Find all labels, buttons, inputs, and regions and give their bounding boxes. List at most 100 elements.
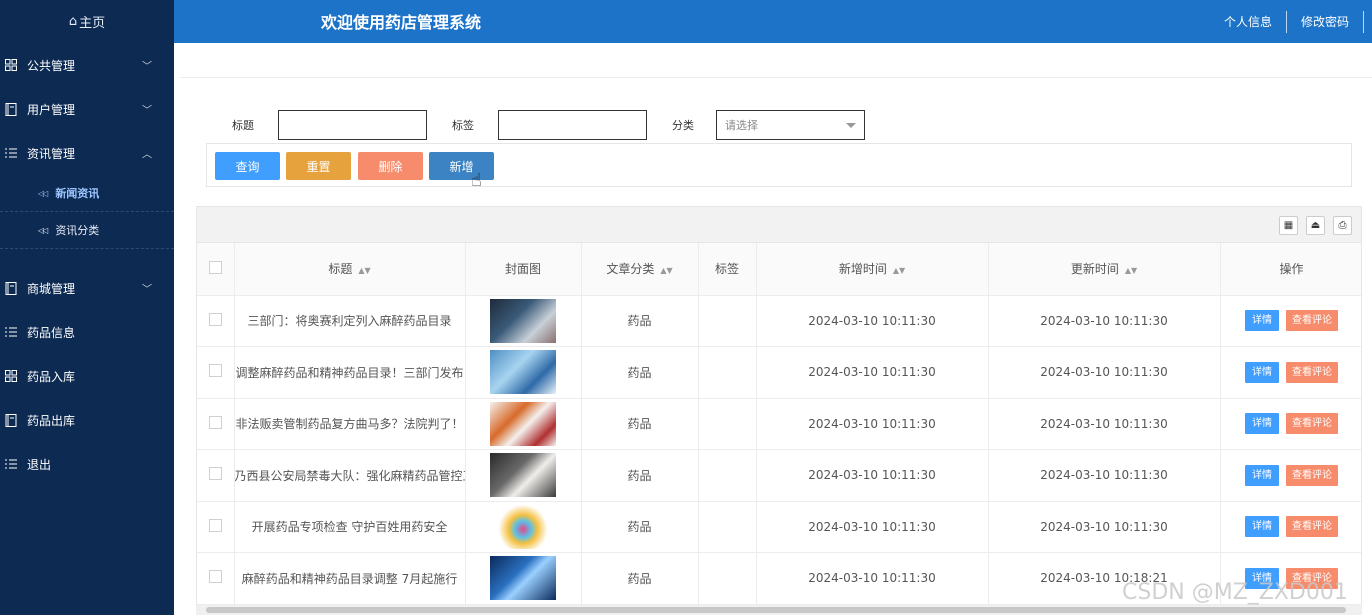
category-select[interactable]: 请选择	[716, 110, 865, 140]
columns-icon[interactable]: ▦	[1279, 216, 1298, 235]
table-toolbar: ▦ ⏏ ⎙	[197, 207, 1361, 243]
change-password-link[interactable]: 修改密码	[1287, 10, 1364, 33]
scrollbar-thumb[interactable]	[206, 607, 1346, 613]
view-comments-button[interactable]: 查看评论	[1286, 310, 1338, 332]
table-row: 非法贩卖管制药品复方曲马多？法院判了！ 药品 2024-03-10 10:11:…	[197, 398, 1361, 450]
hand-cursor-icon: ☝	[471, 170, 482, 191]
watermark: CSDN @MZ_ZXD001	[1122, 580, 1348, 605]
sidebar-item-label: 药品出库	[27, 413, 76, 428]
row-tag	[698, 398, 757, 450]
sidebar-item-users[interactable]: 用户管理 ﹀	[0, 87, 174, 131]
row-created: 2024-03-10 10:11:30	[756, 398, 989, 450]
row-updated: 2024-03-10 10:11:30	[988, 398, 1221, 450]
sort-icon[interactable]: ▲▼	[1125, 266, 1137, 275]
row-category: 药品	[581, 346, 699, 399]
caret-icon: ◁◁	[38, 225, 48, 235]
data-table: 标题 ▲▼ 封面图 文章分类 ▲▼ 标签 新增时间 ▲▼ 更新时间 ▲▼ 操作 三部门：…	[197, 243, 1361, 605]
row-category: 药品	[581, 295, 699, 347]
detail-button[interactable]: 详情	[1245, 516, 1279, 538]
action-button-group: 查询 重置 删除 新增	[206, 143, 1352, 187]
row-updated: 2024-03-10 10:11:30	[988, 295, 1221, 347]
sidebar-item-public[interactable]: 公共管理 ﹀	[0, 43, 174, 87]
sidebar-item-label: 商城管理	[27, 281, 76, 296]
horizontal-scrollbar[interactable]	[196, 605, 1362, 615]
table-row: 乃西县公安局禁毒大队：强化麻精药品管控工作 药品 2024-03-10 10:1…	[197, 449, 1361, 502]
tab-bar	[180, 50, 1372, 78]
detail-button[interactable]: 详情	[1245, 464, 1279, 486]
add-button[interactable]: 新增	[429, 152, 494, 180]
row-checkbox[interactable]	[208, 570, 222, 584]
select-all-cell[interactable]	[197, 243, 235, 296]
caret-down-icon	[846, 123, 856, 128]
view-comments-button[interactable]: 查看评论	[1286, 361, 1338, 383]
news-table: ▦ ⏏ ⎙ 标题 ▲▼ 封面图 文章分类 ▲▼ 标签 新增时间 ▲▼ 更新时间 ▲▼ 操…	[196, 206, 1362, 615]
book-icon	[4, 413, 18, 427]
book-icon	[4, 281, 18, 295]
title-filter-label: 标题	[232, 119, 254, 132]
column-header-category[interactable]: 文章分类 ▲▼	[581, 243, 699, 296]
sidebar-home[interactable]: ⌂ 主页	[0, 0, 174, 43]
column-header-title[interactable]: 标题 ▲▼	[234, 243, 466, 296]
row-checkbox[interactable]	[208, 518, 222, 532]
sidebar-subitem-news[interactable]: ◁◁ 新闻资讯	[0, 175, 174, 212]
view-comments-button[interactable]: 查看评论	[1286, 516, 1338, 538]
view-comments-button[interactable]: 查看评论	[1286, 464, 1338, 486]
sidebar-item-label: 药品入库	[27, 369, 76, 384]
column-header-updated[interactable]: 更新时间 ▲▼	[988, 243, 1221, 296]
search-button[interactable]: 查询	[215, 152, 280, 180]
row-created: 2024-03-10 10:11:30	[756, 501, 989, 553]
cover-image	[490, 556, 556, 601]
row-title: 乃西县公安局禁毒大队：强化麻精药品管控工作	[234, 449, 466, 502]
row-tag	[698, 295, 757, 347]
sidebar-item-label: 公共管理	[27, 58, 76, 73]
row-checkbox[interactable]	[208, 467, 222, 481]
profile-link[interactable]: 个人信息	[1210, 10, 1287, 33]
sidebar-item-news[interactable]: 资讯管理 ︿	[0, 131, 174, 175]
cover-image	[490, 453, 556, 498]
reset-button[interactable]: 重置	[286, 152, 351, 180]
row-created: 2024-03-10 10:11:30	[756, 552, 989, 605]
category-select-placeholder: 请选择	[725, 119, 758, 132]
sidebar-item-logout[interactable]: 退出	[0, 442, 174, 486]
home-icon: ⌂	[68, 14, 78, 29]
detail-button[interactable]: 详情	[1245, 310, 1279, 332]
row-tag	[698, 501, 757, 553]
row-category: 药品	[581, 552, 699, 605]
sidebar-item-drug-info[interactable]: 药品信息	[0, 310, 174, 354]
sidebar-item-stock-out[interactable]: 药品出库	[0, 398, 174, 442]
print-icon[interactable]: ⎙	[1333, 216, 1352, 235]
book-icon	[4, 102, 18, 116]
title-filter-input[interactable]	[278, 110, 427, 140]
sidebar: ⌂ 主页 公共管理 ﹀ 用户管理 ﹀ 资讯管理 ︿ ◁◁ 新闻资讯 ◁◁ 资讯分…	[0, 0, 174, 615]
table-row: 开展药品专项检查 守护百姓用药安全 药品 2024-03-10 10:11:30…	[197, 501, 1361, 553]
row-checkbox[interactable]	[208, 312, 222, 326]
sidebar-subitem-news-category[interactable]: ◁◁ 资讯分类	[0, 212, 174, 249]
row-category: 药品	[581, 501, 699, 553]
row-checkbox[interactable]	[208, 364, 222, 378]
row-updated: 2024-03-10 10:11:30	[988, 449, 1221, 502]
row-title: 调整麻醉药品和精神药品目录！三部门发布	[234, 346, 466, 399]
tag-filter-input[interactable]	[498, 110, 647, 140]
sidebar-item-label: 用户管理	[27, 102, 76, 117]
sidebar-home-label: 主页	[79, 16, 106, 31]
tag-filter-label: 标签	[452, 119, 474, 132]
view-comments-button[interactable]: 查看评论	[1286, 413, 1338, 435]
table-row: 三部门：将奥赛利定列入麻醉药品目录 药品 2024-03-10 10:11:30…	[197, 295, 1361, 347]
detail-button[interactable]: 详情	[1245, 361, 1279, 383]
column-header-actions: 操作	[1220, 243, 1361, 296]
sidebar-item-label: 退出	[27, 457, 52, 472]
sidebar-item-shop[interactable]: 商城管理 ﹀	[0, 266, 174, 310]
list-icon	[4, 457, 18, 471]
row-checkbox[interactable]	[208, 415, 222, 429]
detail-button[interactable]: 详情	[1245, 413, 1279, 435]
cover-image	[490, 401, 556, 446]
column-header-created[interactable]: 新增时间 ▲▼	[756, 243, 989, 296]
export-icon[interactable]: ⏏	[1306, 216, 1325, 235]
sort-icon[interactable]: ▲▼	[893, 266, 905, 275]
sidebar-item-stock-in[interactable]: 药品入库	[0, 354, 174, 398]
sort-icon[interactable]: ▲▼	[358, 266, 370, 275]
select-all-checkbox[interactable]	[208, 260, 222, 274]
header-links: 个人信息 修改密码	[1210, 0, 1364, 43]
sort-icon[interactable]: ▲▼	[660, 266, 672, 275]
delete-button[interactable]: 删除	[358, 152, 423, 180]
